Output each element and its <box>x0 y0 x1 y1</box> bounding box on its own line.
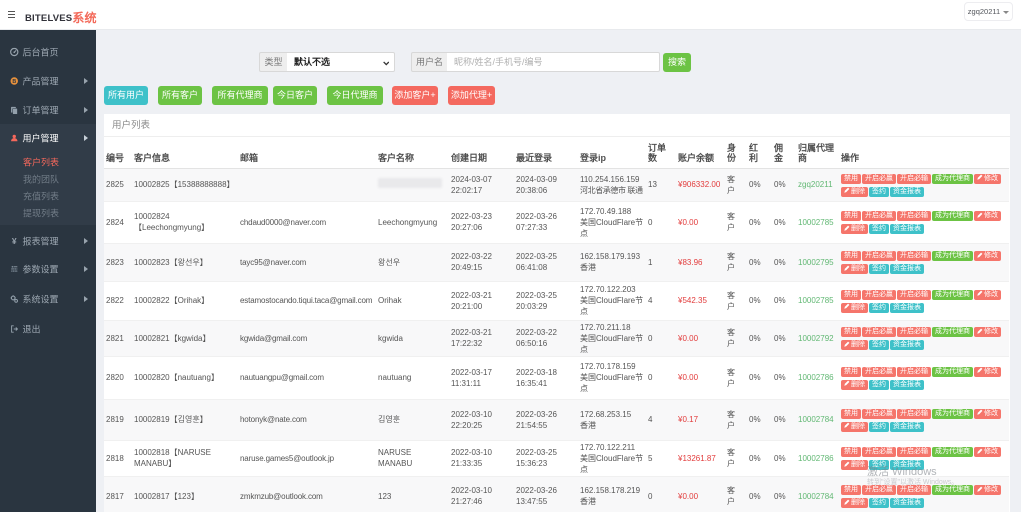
svg-text:¥: ¥ <box>12 237 17 246</box>
svg-text:B: B <box>12 79 16 85</box>
